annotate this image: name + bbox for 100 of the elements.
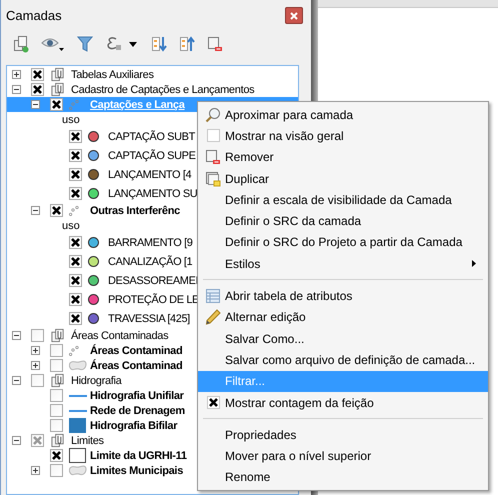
menu-item[interactable]: Salvar como arquivo de definição de camada... <box>198 349 488 371</box>
expand-icon[interactable] <box>12 70 21 79</box>
checkbox[interactable] <box>31 434 44 447</box>
expand-all-icon[interactable] <box>151 36 167 52</box>
expand-icon[interactable] <box>31 346 40 355</box>
checkbox[interactable] <box>69 149 82 162</box>
menu-item[interactable]: Definir o SRC da camada <box>198 210 488 232</box>
layer-group-icon <box>50 373 66 388</box>
legend-label: CANALIZAÇÃO [1 <box>108 254 192 268</box>
line-icon <box>69 394 87 396</box>
menu-item[interactable]: Definir a escala de visibilidade da Camada <box>198 189 488 210</box>
line-icon <box>69 410 87 412</box>
layer-name[interactable]: Hidrografia Bifilar <box>90 418 178 432</box>
checkbox[interactable] <box>50 419 63 432</box>
layer-name[interactable]: Áreas Contaminad <box>90 358 182 372</box>
checkbox[interactable] <box>69 168 82 181</box>
layer-name[interactable]: Rede de Drenagem <box>90 404 185 418</box>
menu-item[interactable]: Salvar Como... <box>198 328 488 350</box>
menu-item[interactable]: Duplicar <box>198 168 488 190</box>
legend-label: TRAVESSIA [425] <box>108 312 190 326</box>
expand-icon[interactable] <box>31 466 40 475</box>
legend-heading: uso <box>62 218 80 232</box>
layer-name[interactable]: Hidrografia Unifilar <box>90 388 184 402</box>
remove-layer-icon[interactable] <box>207 36 223 52</box>
collapse-icon[interactable] <box>12 436 21 445</box>
polygon-icon <box>69 464 87 476</box>
layer-group-icon <box>50 82 66 97</box>
menu-item[interactable]: Estilos <box>198 253 488 274</box>
panel-title: Camadas <box>6 6 62 25</box>
table-icon <box>205 288 221 304</box>
layer-name[interactable]: Cadastro de Captações e Lançamentos <box>71 82 254 96</box>
pencil-icon <box>205 309 221 326</box>
checkbox[interactable] <box>69 312 82 325</box>
points-icon <box>69 100 79 110</box>
polygon-icon <box>69 360 87 372</box>
close-icon <box>290 12 298 20</box>
close-button[interactable] <box>285 7 303 24</box>
layer-group-icon <box>50 433 66 448</box>
checkbox[interactable] <box>50 204 63 217</box>
checkbox[interactable] <box>50 449 63 462</box>
collapse-icon[interactable] <box>12 85 21 94</box>
checkbox[interactable] <box>206 396 220 409</box>
checkbox[interactable] <box>69 255 82 268</box>
layer-name[interactable]: Áreas Contaminad <box>90 344 182 358</box>
checkbox[interactable] <box>69 187 82 200</box>
legend-label: DESASSOREAMEI <box>108 274 198 288</box>
submenu-arrow-icon <box>472 260 476 268</box>
checkbox[interactable] <box>31 68 44 81</box>
remove-layer-icon <box>205 149 221 166</box>
collapse-icon[interactable] <box>12 376 21 385</box>
eye-icon[interactable] <box>41 36 65 52</box>
legend-label: BARRAMENTO [9 <box>108 236 192 250</box>
points-icon <box>69 206 79 216</box>
layer-name[interactable]: Outras Interferênc <box>90 204 180 218</box>
duplicate-layer-icon <box>205 170 221 187</box>
layer-name[interactable]: Limite da UGRHI-11 <box>90 448 187 462</box>
checkbox[interactable] <box>50 404 63 417</box>
menu-item[interactable]: Propriedades <box>198 424 488 446</box>
checkbox[interactable] <box>69 293 82 306</box>
magnifier-icon <box>205 106 221 123</box>
legend-heading: uso <box>62 112 80 126</box>
legend-label: LANÇAMENTO [4 <box>108 168 192 182</box>
collapse-icon[interactable] <box>12 331 21 340</box>
checkbox[interactable] <box>50 98 63 111</box>
collapse-icon[interactable] <box>31 206 40 215</box>
menu-item[interactable]: Mostrar contagem da feição <box>198 392 488 414</box>
checkbox[interactable] <box>206 129 220 142</box>
layer-group-icon <box>50 328 66 343</box>
menu-item[interactable]: Remover <box>198 146 488 168</box>
menu-item[interactable]: Renome <box>198 466 488 488</box>
checkbox[interactable] <box>50 344 63 357</box>
checkbox[interactable] <box>50 359 63 372</box>
layer-name[interactable]: Tabelas Auxiliares <box>71 68 154 82</box>
expression-icon[interactable] <box>105 36 139 52</box>
menu-item[interactable]: Mover para o nível superior <box>198 445 488 467</box>
menu-item[interactable]: Alternar edição <box>198 306 488 328</box>
add-group-icon[interactable] <box>13 35 29 53</box>
checkbox[interactable] <box>69 236 82 249</box>
menu-item[interactable]: Abrir tabela de atributos <box>198 285 488 307</box>
filter-icon[interactable] <box>77 36 93 52</box>
menu-item[interactable]: Definir o SRC do Projeto a partir da Camada <box>198 232 488 254</box>
legend-label: CAPTAÇÃO SUPE <box>108 148 196 162</box>
menu-item[interactable]: Aproximar para camada <box>198 104 488 126</box>
checkbox[interactable] <box>50 389 63 402</box>
checkbox[interactable] <box>31 374 44 387</box>
checkbox[interactable] <box>69 274 82 287</box>
collapse-all-icon[interactable] <box>179 36 195 52</box>
checkbox[interactable] <box>31 329 44 342</box>
layer-name[interactable]: Áreas Contaminadas <box>71 328 168 342</box>
layer-name[interactable]: Limites <box>71 434 104 448</box>
layer-name[interactable]: Hidrografia <box>71 374 122 388</box>
expand-icon[interactable] <box>31 361 40 370</box>
legend-label: LANÇAMENTO SU <box>108 186 198 200</box>
collapse-icon[interactable] <box>31 100 40 109</box>
checkbox[interactable] <box>69 130 82 143</box>
menu-item[interactable]: Mostrar na visão geral <box>198 125 488 147</box>
checkbox[interactable] <box>31 83 44 96</box>
checkbox[interactable] <box>50 464 63 477</box>
legend-label: CAPTAÇÃO SUBT <box>108 130 195 144</box>
layer-name[interactable]: Limites Municipais <box>90 464 184 478</box>
